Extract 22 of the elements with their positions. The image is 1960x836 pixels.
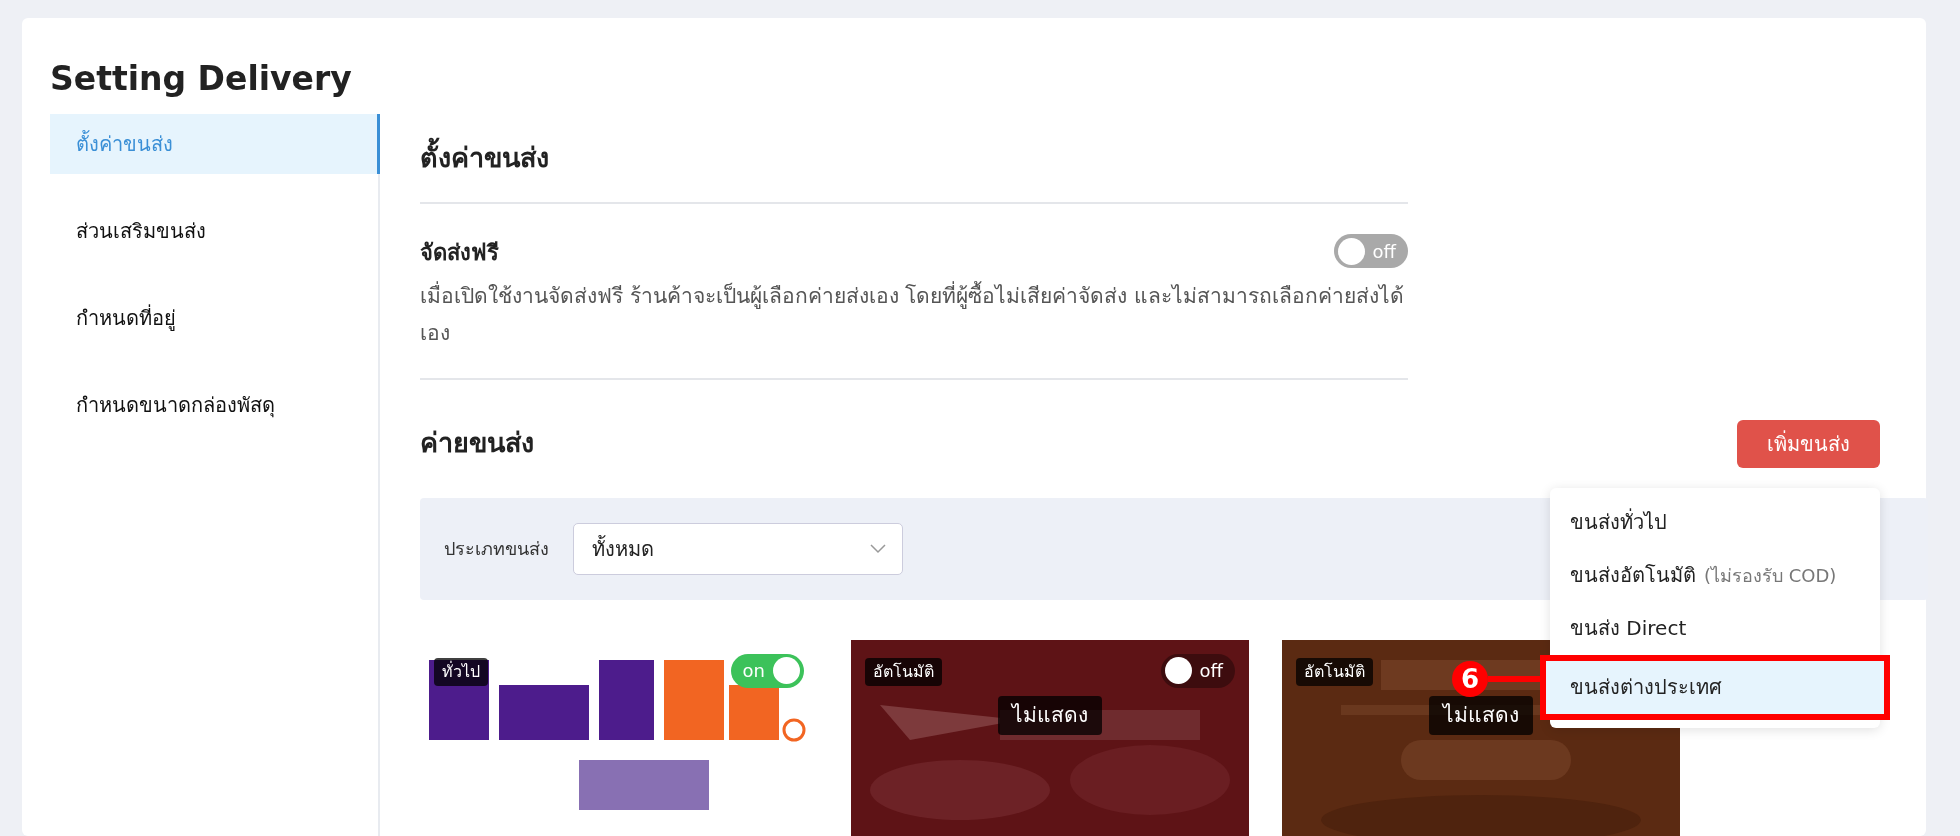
sidebar-item[interactable]: กำหนดที่อยู่ [50, 287, 378, 348]
section-heading: ตั้งค่าขนส่ง [420, 137, 1408, 204]
hidden-status-label: ไม่แสดง [998, 695, 1102, 735]
type-badge: อัตโนมัติ [1296, 657, 1373, 686]
free-shipping-title: จัดส่งฟรี [420, 239, 499, 268]
type-badge: ทั่วไป [434, 657, 488, 686]
toggle-switch[interactable]: off [1160, 653, 1235, 688]
sidebar-item[interactable]: กำหนดขนาดกล่องพัสดุ [50, 374, 378, 435]
menu-item[interactable]: ขนส่ง Direct [1550, 601, 1880, 655]
menu-item[interactable]: ขนส่งทั่วไป [1550, 495, 1880, 549]
menu-item[interactable]: ขนส่งต่างประเทศ [1540, 654, 1890, 720]
carrier-type-select[interactable]: ทั้งหมด [573, 522, 903, 575]
free-shipping-description: เมื่อเปิดใช้งานจัดส่งฟรี ร้านค้าจะเป็นผู้เลือกค่ายส่งเอง โดยที่ผู้ซื้อไม่เสียค่าจัดส่ง และไม่สามารถเลือกค่ายส่งได้เอง [420, 280, 1406, 347]
menu-item[interactable]: ขนส่งอัตโนมัติ (ไม่รองรับ COD) [1550, 548, 1880, 602]
filter-label: ประเภทขนส่ง [444, 537, 549, 561]
hidden-status-label: ไม่แสดง [1429, 695, 1533, 735]
carriers-heading: ค่ายขนส่ง [420, 426, 534, 461]
sidebar-item[interactable]: ส่วนเสริมขนส่ง [50, 200, 378, 261]
page-title: Setting Delivery [50, 58, 352, 100]
type-badge: อัตโนมัติ [865, 657, 942, 686]
add-carrier-button[interactable]: เพิ่มขนส่ง [1737, 419, 1880, 468]
chevron-down-icon [870, 543, 886, 554]
